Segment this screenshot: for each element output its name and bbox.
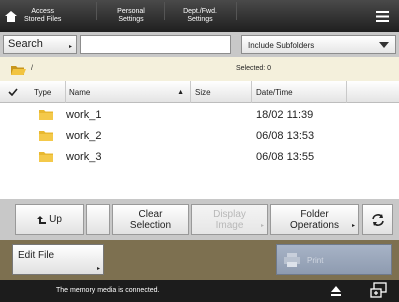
status-message: The memory media is connected. [56,287,160,294]
file-row[interactable]: work_3 06/08 13:55 [0,147,399,167]
menu-icon [375,10,389,22]
divider [96,2,97,20]
size-column-header[interactable]: Size [191,81,252,103]
print-label: Print [307,256,324,265]
name-header-label: Name [69,87,91,97]
include-subfolders-label: Include Subfolders [248,41,315,50]
edit-file-label: Edit File [18,250,55,261]
refresh-button[interactable] [362,204,393,235]
eject-button[interactable] [330,284,342,302]
folder-icon [38,129,54,147]
dept-fwd-settings-label: Dept./Fwd. Settings [183,8,217,23]
access-stored-files-button[interactable]: Access Stored Files [4,2,90,30]
access-stored-files-label: Access Stored Files [24,8,62,23]
current-path: / [31,65,33,72]
file-date: 18/02 11:39 [256,109,314,121]
file-list-header: Type Name ▲ Size Date/Time [0,81,399,103]
eject-icon [331,286,341,296]
status-bar: The memory media is connected. [0,280,399,302]
expand-arrow-icon: ▸ [351,223,355,229]
display-image-button[interactable]: Display Image ▸ [191,204,268,235]
status-monitor-button[interactable] [370,282,388,302]
expand-arrow-icon: ▸ [260,223,264,229]
file-date: 06/08 13:53 [256,130,315,142]
folder-operations-label: Folder Operations [290,208,339,231]
search-row: Search ▸ Include Subfolders [0,32,399,57]
printer-icon [283,252,301,270]
date-column-header[interactable]: Date/Time [252,81,347,103]
expand-arrow-icon: ▸ [96,266,100,272]
file-name: work_2 [66,130,102,142]
blank-button[interactable] [86,204,110,235]
divider [164,2,165,20]
up-button[interactable]: Up [15,204,84,235]
expand-arrow-icon: ▸ [68,44,72,50]
size-header-label: Size [195,87,211,97]
refresh-icon [371,213,384,226]
type-column-header[interactable]: Type [24,81,66,103]
open-folder-icon [10,63,27,81]
sort-ascending-icon: ▲ [177,88,184,96]
top-bar: Access Stored Files Personal Settings De… [0,0,399,32]
file-list: work_1 18/02 11:39 work_2 06/08 13:53 wo… [0,103,399,199]
search-button[interactable]: Search ▸ [3,35,77,54]
display-image-label: Display Image [213,208,246,231]
edit-file-button[interactable]: Edit File ▸ [12,244,104,275]
home-icon [4,9,18,23]
chevron-down-icon [379,42,389,48]
status-monitor-icon [370,282,387,298]
clear-selection-label: Clear Selection [129,208,172,231]
path-bar: / Selected: 0 [0,57,399,81]
type-header-label: Type [34,87,52,97]
file-name: work_1 [66,109,102,121]
folder-icon [38,108,54,126]
folder-icon [38,150,54,168]
file-name: work_3 [66,151,102,163]
file-row[interactable]: work_2 06/08 13:53 [0,126,399,146]
checkmark-icon [8,88,18,96]
divider [236,2,237,20]
dept-fwd-settings-button[interactable]: Dept./Fwd. Settings [172,2,228,30]
edit-bar: Edit File ▸ Print [0,240,399,280]
date-header-label: Date/Time [256,87,293,97]
file-date: 06/08 13:55 [256,151,315,163]
folder-operations-button[interactable]: Folder Operations ▸ [270,204,359,235]
file-row[interactable]: work_1 18/02 11:39 [0,105,399,125]
menu-button[interactable] [369,2,395,30]
print-button[interactable]: Print [276,244,392,275]
personal-settings-button[interactable]: Personal Settings [104,2,158,30]
include-subfolders-dropdown[interactable]: Include Subfolders [241,35,396,54]
search-label: Search [8,38,43,50]
up-label: Up [49,214,62,225]
search-input[interactable] [80,35,231,54]
name-column-header[interactable]: Name ▲ [66,81,191,103]
selected-count: Selected: 0 [236,65,272,72]
personal-settings-label: Personal Settings [117,8,145,23]
clear-selection-button[interactable]: Clear Selection [112,204,189,235]
operations-bar: Up Clear Selection Display Image ▸ Folde… [0,199,399,240]
up-arrow-icon [37,215,47,224]
